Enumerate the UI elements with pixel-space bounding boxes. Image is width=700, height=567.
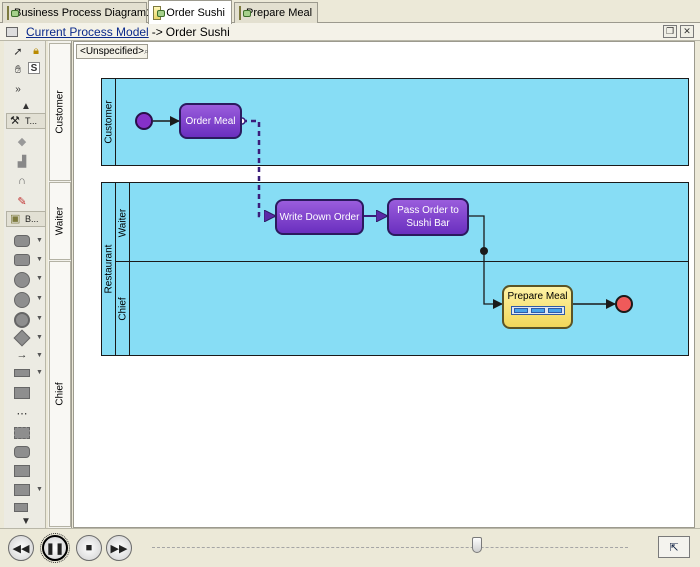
lane-shape-icon <box>14 387 30 399</box>
task-pass-order[interactable]: Pass Order to Sushi Bar <box>387 198 469 236</box>
chevron-down-icon[interactable]: ▼ <box>36 275 43 282</box>
subprocess-prepare-meal[interactable]: Prepare Meal <box>502 285 573 329</box>
tab-label: Order Sushi <box>166 6 225 19</box>
breadcrumb-separator: -> <box>151 24 163 39</box>
export-button[interactable]: ⇱ <box>658 536 690 558</box>
diagram-icon <box>239 6 251 20</box>
intermediate-event-shape-icon <box>14 292 30 308</box>
restore-icon[interactable]: ❐ <box>663 25 677 38</box>
message-shape-icon <box>14 484 30 496</box>
chevron-down-icon[interactable]: » <box>10 81 26 97</box>
tools-icon: ⚒︎ <box>10 115 20 127</box>
palette-group-bpmn[interactable]: ▣ B... <box>6 211 46 227</box>
tab-strip: Business Process Diagram1 Order Sushi Pr… <box>0 0 700 24</box>
lane-header-column: Customer Waiter Chief <box>48 41 72 528</box>
magnet-icon[interactable]: ∩ <box>14 173 30 189</box>
task-label: Prepare Meal <box>507 291 568 302</box>
more-shape-icon <box>14 503 28 512</box>
rewind-icon: ◀◀ <box>12 542 30 555</box>
chevron-down-icon[interactable]: ▼ <box>36 369 43 376</box>
diagram-icon <box>7 6 19 20</box>
chevron-down-icon[interactable]: ▼ <box>36 352 43 359</box>
lock-icon[interactable]: 🔒︎ <box>28 43 44 59</box>
group-shape-icon <box>14 427 30 439</box>
window-controls: ❐ ✕ <box>663 25 694 38</box>
scroll-down-icon[interactable]: ▼ <box>18 513 34 529</box>
breadcrumb-parent-link[interactable]: Current Process Model <box>26 25 149 39</box>
tab-prepare-meal[interactable]: Prepare Meal <box>234 2 318 23</box>
close-icon[interactable]: ✕ <box>680 25 694 38</box>
sequence-flow-icon: → <box>16 349 28 361</box>
animation-player: ◀◀ ❚❚ ■ ▶▶ ⇱ <box>0 528 700 567</box>
scroll-up-icon[interactable]: ▲ <box>18 98 34 114</box>
end-event[interactable] <box>615 295 633 313</box>
chevron-down-icon[interactable]: ▼ <box>36 486 43 493</box>
tab-label: Business Process Diagram1 <box>14 7 153 19</box>
task-label: Write Down Order <box>279 211 360 223</box>
breadcrumb: Current Process Model -> Order Sushi ❐ ✕ <box>0 23 700 41</box>
subprocess-shape-icon <box>14 254 30 266</box>
stop-button[interactable]: ■ <box>76 535 102 561</box>
fast-forward-icon: ▶▶ <box>110 542 128 555</box>
lane-header-label: Chief <box>54 382 66 406</box>
lane-header-customer[interactable]: Customer <box>49 43 71 181</box>
export-icon: ⇱ <box>669 541 679 554</box>
palette-group-tools[interactable]: ⚒︎ T... <box>6 113 46 129</box>
connector-layer <box>153 116 616 309</box>
lane-header-label: Waiter <box>54 206 66 236</box>
association-icon: ⋯ <box>16 407 28 420</box>
chevron-down-icon[interactable]: ▼ <box>36 256 43 263</box>
pool-shape-icon <box>14 369 30 377</box>
bend-point-handle[interactable] <box>480 247 488 255</box>
sequence-flow[interactable] <box>469 215 503 309</box>
pen-icon[interactable]: ✎ <box>14 193 30 209</box>
pause-button[interactable]: ❚❚ <box>40 533 70 563</box>
lane-header-label: Customer <box>54 90 66 134</box>
lane-header-chief[interactable]: Chief <box>49 261 71 527</box>
task-order-meal[interactable]: Order Meal <box>179 103 242 139</box>
chevron-down-icon[interactable]: ▼ <box>36 237 43 244</box>
sticky-mode-icon[interactable]: S <box>28 62 40 74</box>
annotation-shape-icon <box>14 465 30 477</box>
progress-track[interactable] <box>152 547 628 548</box>
start-event-shape-icon <box>14 272 30 288</box>
selection-arrow-icon[interactable]: ➚ <box>10 43 26 59</box>
hand-pan-icon[interactable]: ✋︎ <box>10 62 26 78</box>
diagram-canvas[interactable]: <Unspecified> ⌕ Customer Restaurant Wait… <box>73 41 695 528</box>
pause-icon: ❚❚ <box>45 542 65 555</box>
task-write-down-order[interactable]: Write Down Order <box>275 199 364 235</box>
rewind-button[interactable]: ◀◀ <box>8 535 34 561</box>
diagram-navigator-icon[interactable] <box>6 26 18 37</box>
start-event[interactable] <box>135 112 153 130</box>
diagram-icon <box>153 5 166 20</box>
progress-slider-thumb[interactable] <box>472 537 482 553</box>
breadcrumb-current: Order Sushi <box>165 24 230 39</box>
palette-group-label: B... <box>25 214 39 224</box>
bpmn-icon: ▣ <box>10 213 21 225</box>
chevron-down-icon[interactable]: ▼ <box>36 295 43 302</box>
fast-forward-button[interactable]: ▶▶ <box>106 535 132 561</box>
tab-label: Prepare Meal <box>246 7 313 19</box>
task-shape-icon <box>14 235 30 247</box>
chevron-down-icon[interactable]: ▼ <box>36 334 43 341</box>
task-label: Order Meal <box>185 115 236 127</box>
message-flow[interactable] <box>242 119 275 216</box>
chevron-down-icon[interactable]: ▼ <box>36 315 43 322</box>
task-label: Pass Order to Sushi Bar <box>397 205 459 229</box>
eraser-icon[interactable]: ◆ <box>14 133 30 149</box>
palette-group-label: T... <box>25 116 38 126</box>
tab-business-process-diagram1[interactable]: Business Process Diagram1 <box>2 2 152 23</box>
stop-icon: ■ <box>85 542 93 554</box>
tab-order-sushi[interactable]: Order Sushi <box>148 0 232 24</box>
diagram-palette: ➚ 🔒︎ ✋︎ S » ▲ ⚒︎ T... ◆ ▟ ∩ ✎ ▣ B... ▼ ▼… <box>4 41 46 528</box>
subprocess-marker-icon <box>510 306 565 315</box>
thumb-up-icon[interactable]: ▟ <box>14 153 30 169</box>
gateway-shape-icon <box>13 329 31 347</box>
data-object-shape-icon <box>14 446 30 458</box>
end-event-shape-icon <box>14 312 30 328</box>
lane-header-waiter[interactable]: Waiter <box>49 182 71 260</box>
